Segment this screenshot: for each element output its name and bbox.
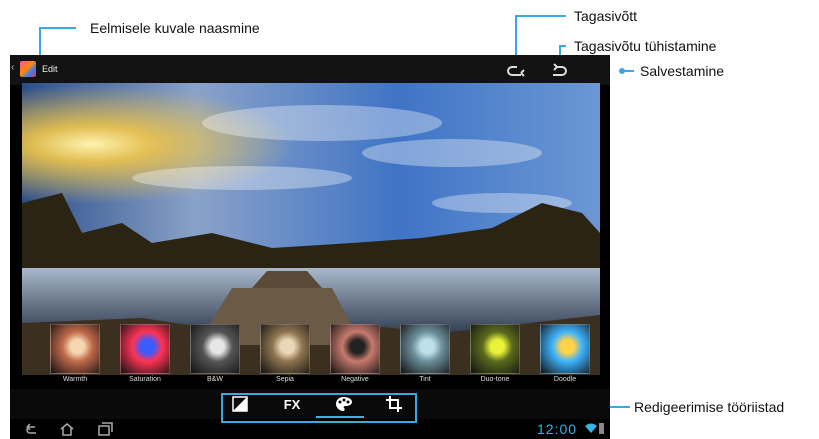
toolbar-highlight-frame	[221, 393, 417, 423]
filter-tint[interactable]: Tint	[400, 324, 450, 383]
callout-redo: Tagasivõtu tühistamine	[574, 38, 717, 54]
filter-saturation[interactable]: Saturation	[120, 324, 170, 383]
filter-duo-tone[interactable]: Duo-tone	[470, 324, 520, 383]
filter-thumbnail	[540, 324, 590, 374]
filter-thumbnail	[330, 324, 380, 374]
filter-sepia[interactable]: Sepia	[260, 324, 310, 383]
back-caret-icon[interactable]: ‹	[11, 62, 14, 73]
filter-label: B&W	[207, 376, 223, 383]
battery-icon	[599, 423, 604, 434]
redo-icon	[553, 63, 567, 76]
filter-label: Negative	[341, 376, 369, 383]
filter-label: Doodle	[553, 376, 577, 383]
filter-thumbnail	[190, 324, 240, 374]
undo-button[interactable]	[502, 58, 528, 82]
callout-undo: Tagasivõtt	[574, 8, 638, 24]
filter-label: Sepia	[276, 376, 294, 383]
wifi-icon	[585, 423, 597, 433]
filter-strip: Warmth Saturation B&W Sepia Negative Tint Duo-…	[10, 319, 610, 389]
filter-negative[interactable]: Negative	[330, 324, 380, 383]
undo-icon	[507, 66, 525, 77]
filter-warmth[interactable]: Warmth	[50, 324, 100, 383]
callout-tools: Redigeerimise tööriistad	[634, 399, 785, 415]
callout-previous-image: Eelmisele kuvale naasmine	[90, 20, 260, 36]
filter-thumbnail	[470, 324, 520, 374]
filter-label: Warmth	[62, 376, 88, 383]
filter-label: Duo-tone	[480, 376, 510, 383]
callout-save: Salvestamine	[640, 63, 725, 79]
recent-apps-icon	[98, 422, 113, 436]
redo-button[interactable]	[546, 58, 572, 82]
action-bar-title[interactable]: Edit	[42, 64, 58, 74]
home-icon	[60, 423, 74, 436]
filter-thumbnail	[50, 324, 100, 374]
filter-thumbnail	[400, 324, 450, 374]
action-bar: ‹ Edit	[10, 55, 610, 85]
back-icon	[26, 423, 36, 434]
nav-home-button[interactable]	[58, 421, 76, 437]
filter-b-w[interactable]: B&W	[190, 324, 240, 383]
tablet-screen: ‹ Edit Warmth Saturation B&W Sepia Negat…	[10, 55, 610, 439]
filter-label: Tint	[419, 376, 431, 383]
filter-doodle[interactable]: Doodle	[540, 324, 590, 383]
filter-thumbnail	[260, 324, 310, 374]
filter-label: Saturation	[129, 376, 161, 383]
gallery-app-icon[interactable]	[20, 61, 36, 77]
nav-back-button[interactable]	[22, 421, 40, 437]
nav-recents-button[interactable]	[96, 421, 114, 437]
status-clock: 12:00	[537, 421, 578, 437]
filter-thumbnail	[120, 324, 170, 374]
